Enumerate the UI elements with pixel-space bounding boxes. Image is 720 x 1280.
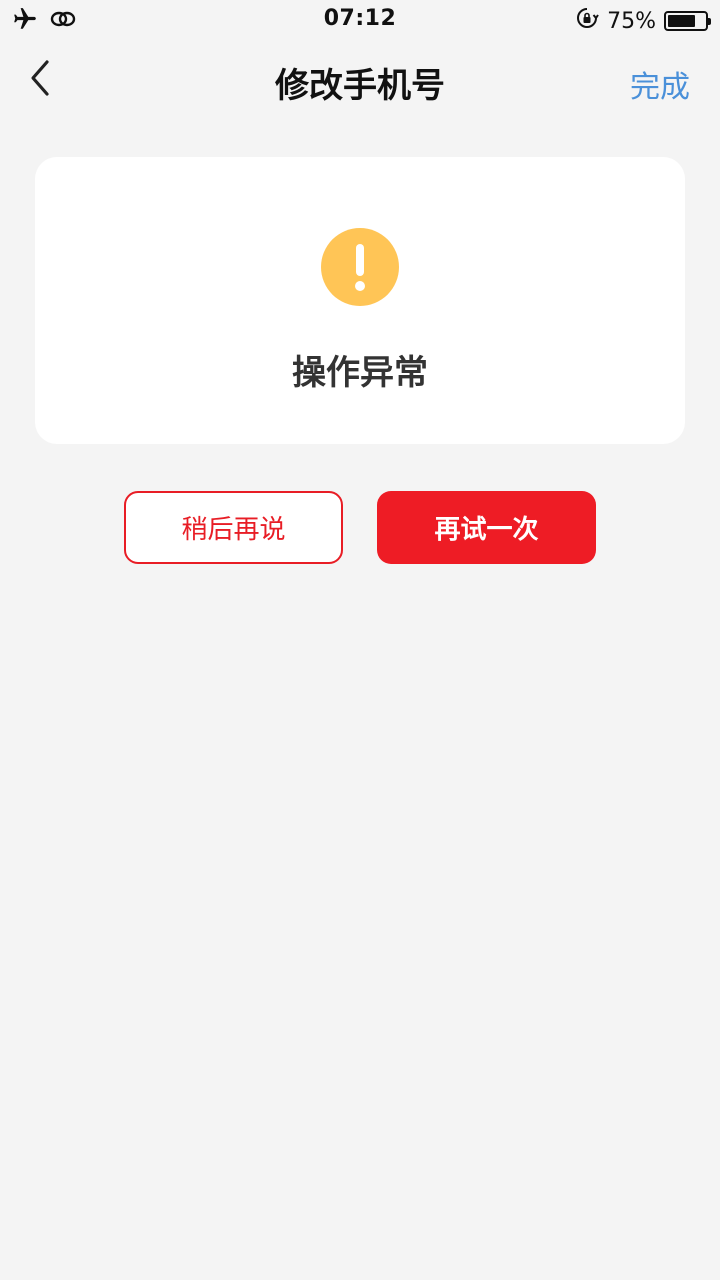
rotation-lock-icon — [575, 6, 599, 36]
battery-icon — [664, 11, 711, 31]
later-button[interactable]: 稍后再说 — [124, 491, 343, 564]
page-title: 修改手机号 — [275, 66, 445, 106]
done-button[interactable]: 完成 — [630, 62, 690, 106]
retry-button[interactable]: 再试一次 — [377, 491, 596, 564]
status-bar-right: 75% — [575, 6, 711, 36]
battery-level — [668, 15, 695, 27]
warning-icon — [321, 228, 399, 306]
status-bar: 07:12 75% — [0, 0, 720, 40]
error-message: 操作异常 — [292, 353, 428, 393]
battery-percent: 75% — [607, 8, 656, 34]
navigation-bar: 修改手机号 完成 — [0, 40, 720, 120]
error-card: 操作异常 — [35, 157, 685, 444]
